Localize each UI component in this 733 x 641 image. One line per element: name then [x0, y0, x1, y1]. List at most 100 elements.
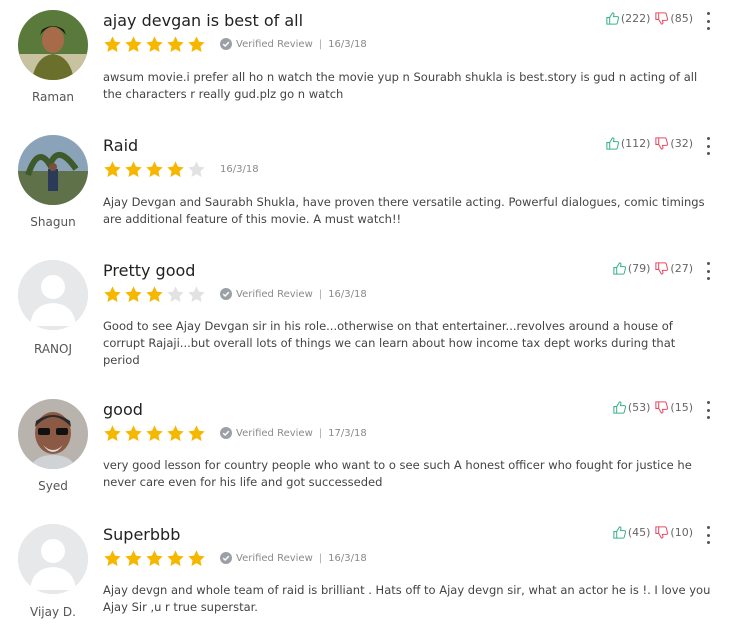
reviewer-name[interactable]: Raman	[0, 90, 106, 104]
review-meta: Verified Review | 16/3/18	[103, 548, 367, 568]
dislike-button[interactable]: (27)	[654, 261, 693, 276]
star-filled-icon	[146, 160, 163, 177]
like-count: (112)	[620, 137, 651, 150]
review-body: Good to see Ajay Devgan sir in his role.…	[103, 319, 676, 367]
thumbs-down-icon	[655, 262, 669, 275]
review-body: very good lesson for country people who …	[103, 458, 692, 489]
thumbs-down-icon	[655, 401, 669, 414]
meta-separator: |	[318, 552, 323, 564]
star-rating	[103, 35, 206, 54]
meta-separator: |	[318, 427, 323, 439]
avatar[interactable]	[18, 399, 88, 469]
star-filled-icon	[188, 549, 205, 566]
star-filled-icon	[104, 424, 121, 441]
review-body: Ajay Devgan and Saurabh Shukla, have pro…	[103, 195, 705, 226]
star-filled-icon	[167, 549, 184, 566]
verified-label: Verified Review	[236, 38, 313, 50]
like-button[interactable]: (53)	[612, 400, 650, 415]
reviewer-name[interactable]: RANOJ	[0, 342, 106, 356]
dislike-button[interactable]: (15)	[654, 400, 693, 415]
check-circle-icon	[220, 38, 232, 50]
review-meta: Verified Review | 16/3/18	[103, 284, 367, 304]
more-options-icon[interactable]	[703, 401, 713, 419]
more-options-icon[interactable]	[703, 137, 713, 155]
vote-buttons: (53) (15)	[608, 400, 693, 415]
verified-label: Verified Review	[236, 427, 313, 439]
check-circle-icon	[220, 288, 232, 300]
verified-badge: Verified Review | 16/3/18	[220, 38, 367, 50]
verified-label: Verified Review	[236, 288, 313, 300]
check-circle-icon	[220, 552, 232, 564]
star-rating	[103, 285, 206, 304]
dislike-count: (27)	[670, 262, 693, 275]
star-filled-icon	[104, 285, 121, 302]
avatar[interactable]	[18, 260, 88, 330]
like-button[interactable]: (222)	[605, 11, 650, 26]
star-filled-icon	[146, 424, 163, 441]
star-filled-icon	[125, 285, 142, 302]
like-count: (79)	[627, 262, 651, 275]
star-rating	[103, 424, 206, 443]
star-filled-icon	[146, 35, 163, 52]
star-filled-icon	[125, 35, 142, 52]
verified-label: Verified Review	[236, 552, 313, 564]
review-body: Ajay devgn and whole team of raid is bri…	[103, 583, 711, 614]
star-filled-icon	[167, 424, 184, 441]
review-date: 16/3/18	[328, 38, 367, 50]
dislike-count: (10)	[670, 526, 693, 539]
star-rating	[103, 549, 206, 568]
star-filled-icon	[125, 424, 142, 441]
reviewer-name[interactable]: Syed	[0, 479, 106, 493]
like-button[interactable]: (112)	[605, 136, 651, 151]
avatar[interactable]	[18, 135, 88, 205]
star-empty-icon	[188, 160, 205, 177]
review-title: ajay devgan is best of all	[103, 11, 304, 30]
star-filled-icon	[104, 549, 121, 566]
avatar[interactable]	[18, 524, 88, 594]
thumbs-up-icon	[613, 526, 626, 539]
review-date: 17/3/18	[328, 427, 367, 439]
thumbs-down-icon	[655, 137, 669, 150]
star-filled-icon	[125, 160, 142, 177]
vote-buttons: (112) (32)	[601, 136, 693, 151]
more-options-icon[interactable]	[703, 12, 713, 30]
verified-badge: Verified Review | 16/3/18	[220, 288, 367, 300]
star-filled-icon	[167, 160, 184, 177]
star-filled-icon	[125, 549, 142, 566]
star-filled-icon	[188, 424, 205, 441]
star-filled-icon	[146, 549, 163, 566]
dislike-button[interactable]: (85)	[654, 11, 693, 26]
review-title: Superbbb	[103, 525, 181, 544]
review-body: awsum movie.i prefer all ho n watch the …	[103, 70, 698, 101]
verified-badge: Verified Review | 16/3/18	[220, 552, 367, 564]
star-filled-icon	[104, 160, 121, 177]
like-button[interactable]: (79)	[612, 261, 651, 276]
meta-separator: |	[318, 38, 323, 50]
meta-separator: |	[318, 288, 323, 300]
more-options-icon[interactable]	[703, 262, 713, 280]
review-meta: 16/3/18	[103, 159, 259, 179]
reviewer-name[interactable]: Shagun	[0, 215, 106, 229]
review-title: good	[103, 400, 143, 419]
dislike-count: (32)	[670, 137, 693, 150]
check-circle-icon	[220, 427, 232, 439]
star-empty-icon	[167, 285, 184, 302]
like-button[interactable]: (45)	[612, 525, 650, 540]
star-rating	[103, 160, 206, 179]
reviewer-name[interactable]: Vijay D.	[0, 605, 106, 619]
review-title: Pretty good	[103, 261, 196, 280]
star-filled-icon	[188, 35, 205, 52]
dislike-button[interactable]: (32)	[654, 136, 693, 151]
dislike-button[interactable]: (10)	[654, 525, 693, 540]
vote-buttons: (79) (27)	[608, 261, 693, 276]
thumbs-down-icon	[655, 526, 669, 539]
review-date: 16/3/18	[220, 163, 259, 175]
dislike-count: (85)	[670, 12, 693, 25]
review-meta: Verified Review | 16/3/18	[103, 34, 367, 54]
review-meta: Verified Review | 17/3/18	[103, 423, 367, 443]
thumbs-up-icon	[613, 262, 626, 275]
avatar[interactable]	[18, 10, 88, 80]
vote-buttons: (45) (10)	[608, 525, 693, 540]
thumbs-up-icon	[606, 137, 619, 150]
more-options-icon[interactable]	[703, 526, 713, 544]
